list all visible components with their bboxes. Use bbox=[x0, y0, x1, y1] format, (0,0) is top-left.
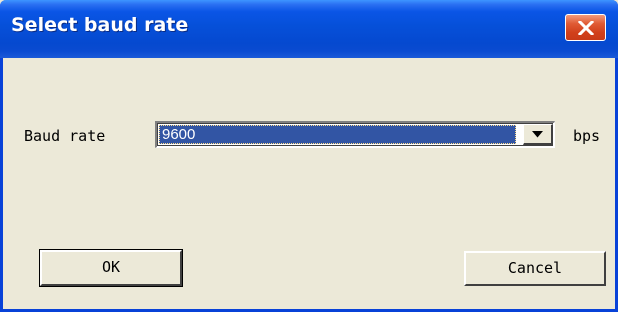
close-icon bbox=[578, 21, 594, 35]
baud-rate-value: 9600 bbox=[159, 125, 516, 144]
dialog-title: Select baud rate bbox=[11, 14, 189, 36]
close-button[interactable] bbox=[565, 14, 606, 41]
dropdown-button[interactable] bbox=[523, 124, 553, 145]
baud-rate-select[interactable]: 9600 bbox=[155, 121, 555, 148]
chevron-down-icon bbox=[532, 131, 543, 138]
baud-rate-label: Baud rate bbox=[24, 127, 106, 145]
unit-label: bps bbox=[573, 127, 601, 145]
dialog-window: Select baud rate Baud rate 9600 bps OK C… bbox=[0, 0, 618, 312]
ok-button[interactable]: OK bbox=[39, 249, 183, 287]
dialog-body: Baud rate 9600 bps OK Cancel bbox=[3, 58, 615, 309]
cancel-button[interactable]: Cancel bbox=[464, 251, 606, 286]
title-bar[interactable]: Select baud rate bbox=[0, 0, 618, 58]
